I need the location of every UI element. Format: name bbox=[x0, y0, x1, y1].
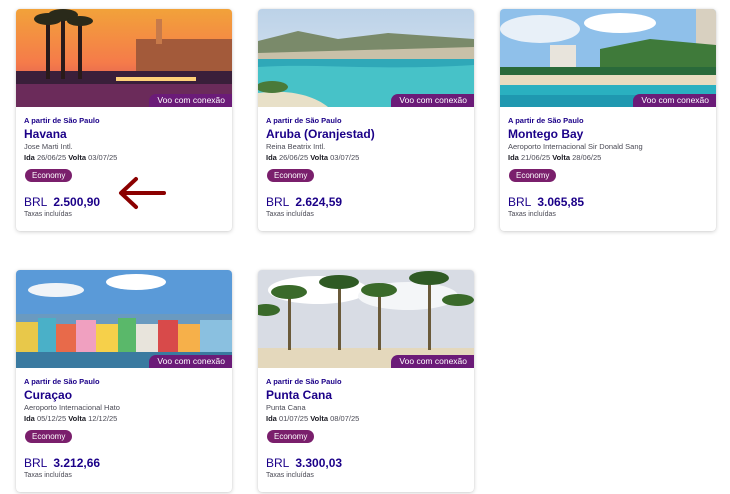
airport-name: Punta Cana bbox=[266, 403, 306, 412]
travel-dates: Ida 01/07/25 Volta 08/07/25 bbox=[266, 414, 360, 423]
destination-card-curacao[interactable]: Voo com conexão A partir de São Paulo Cu… bbox=[16, 270, 232, 492]
taxes-note: Taxas incluídas bbox=[24, 472, 72, 479]
connection-badge: Voo com conexão bbox=[391, 355, 474, 368]
price: BRL 3.212,66 bbox=[24, 456, 101, 470]
top-edge-fragment bbox=[636, 0, 716, 5]
price: BRL 3.065,85 bbox=[508, 195, 585, 209]
destination-card-punta-cana[interactable]: Voo com conexão A partir de São Paulo Pu… bbox=[258, 270, 474, 492]
destination-image-havana bbox=[16, 9, 232, 107]
origin-label: A partir de São Paulo bbox=[24, 377, 100, 386]
travel-dates: Ida 26/06/25 Volta 03/07/25 bbox=[266, 153, 360, 162]
destination-image-montego-bay bbox=[500, 9, 716, 107]
airport-name: Jose Marti Intl. bbox=[24, 142, 73, 151]
airport-name: Aeroporto Internacional Hato bbox=[24, 403, 120, 412]
connection-badge: Voo com conexão bbox=[391, 94, 474, 107]
price: BRL 2.624,59 bbox=[266, 195, 343, 209]
destination-title: Montego Bay bbox=[508, 127, 584, 141]
left-arrow-icon bbox=[116, 174, 166, 212]
origin-label: A partir de São Paulo bbox=[266, 116, 342, 125]
connection-badge: Voo com conexão bbox=[633, 94, 716, 107]
origin-label: A partir de São Paulo bbox=[508, 116, 584, 125]
cabin-class-badge: Economy bbox=[267, 430, 315, 443]
taxes-note: Taxas incluídas bbox=[508, 211, 556, 218]
destination-image-curacao bbox=[16, 270, 232, 368]
connection-badge: Voo com conexão bbox=[149, 355, 232, 368]
travel-dates: Ida 21/06/25 Volta 28/06/25 bbox=[508, 153, 602, 162]
travel-dates: Ida 05/12/25 Volta 12/12/25 bbox=[24, 414, 118, 423]
destination-title: Aruba (Oranjestad) bbox=[266, 127, 375, 141]
cabin-class-badge: Economy bbox=[509, 169, 557, 182]
price: BRL 2.500,90 bbox=[24, 195, 101, 209]
taxes-note: Taxas incluídas bbox=[24, 211, 72, 218]
taxes-note: Taxas incluídas bbox=[266, 211, 314, 218]
cabin-class-badge: Economy bbox=[25, 169, 73, 182]
cabin-class-badge: Economy bbox=[25, 430, 73, 443]
destination-card-montego-bay[interactable]: Voo com conexão A partir de São Paulo Mo… bbox=[500, 9, 716, 231]
travel-dates: Ida 26/06/25 Volta 03/07/25 bbox=[24, 153, 118, 162]
cabin-class-badge: Economy bbox=[267, 169, 315, 182]
origin-label: A partir de São Paulo bbox=[266, 377, 342, 386]
destination-card-aruba[interactable]: Voo com conexão A partir de São Paulo Ar… bbox=[258, 9, 474, 231]
connection-badge: Voo com conexão bbox=[149, 94, 232, 107]
airport-name: Reina Beatrix Intl. bbox=[266, 142, 326, 151]
destination-title: Punta Cana bbox=[266, 388, 333, 402]
destination-image-aruba bbox=[258, 9, 474, 107]
airport-name: Aeroporto Internacional Sir Donald Sang bbox=[508, 142, 643, 151]
taxes-note: Taxas incluídas bbox=[266, 472, 314, 479]
destination-title: Curaçao bbox=[24, 388, 73, 402]
origin-label: A partir de São Paulo bbox=[24, 116, 100, 125]
destination-image-punta-cana bbox=[258, 270, 474, 368]
destination-title: Havana bbox=[24, 127, 67, 141]
price: BRL 3.300,03 bbox=[266, 456, 343, 470]
